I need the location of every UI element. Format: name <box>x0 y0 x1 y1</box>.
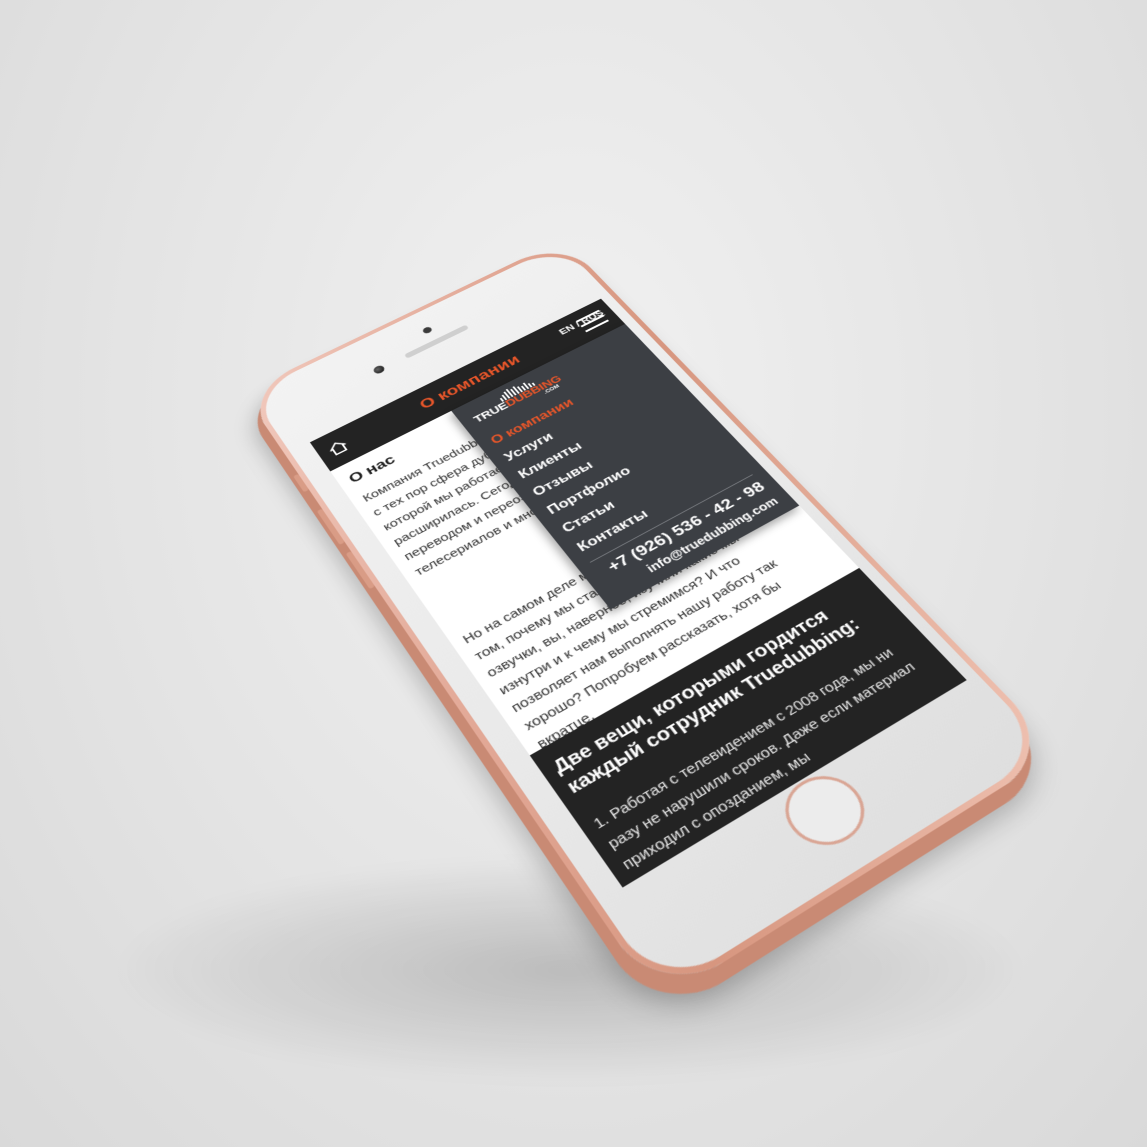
phone-device: О компании О нас Компания Truedubbing ос… <box>242 239 1061 1003</box>
phone-screen: О компании О нас Компания Truedubbing ос… <box>309 298 967 888</box>
proximity-sensor <box>421 325 434 335</box>
mockup-stage: О компании О нас Компания Truedubbing ос… <box>0 0 1147 1147</box>
site-logo[interactable]: TRUEDUBBING .COM <box>466 373 564 427</box>
earpiece-speaker <box>404 324 470 359</box>
front-camera <box>371 364 387 375</box>
